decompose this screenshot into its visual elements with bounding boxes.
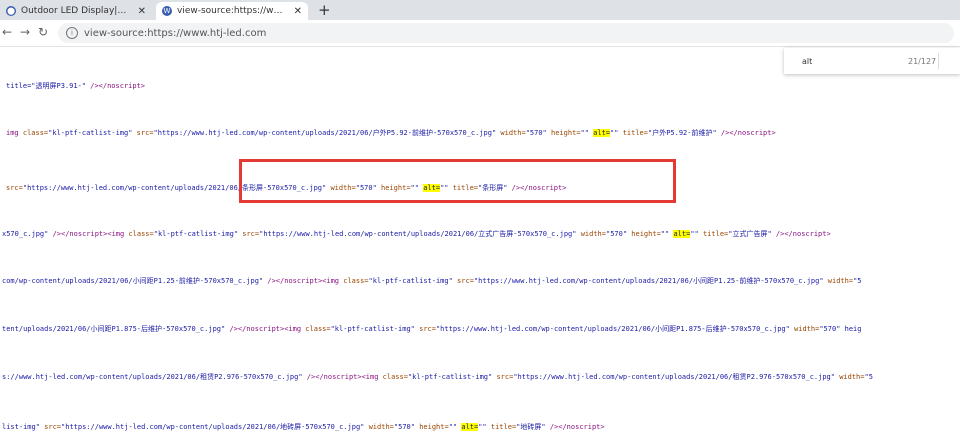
toolbar: ← → ↻ i view-source:https://www.htj-led.… — [0, 20, 960, 47]
tab-view-source[interactable]: W view-source:https://www.htj-led ✕ — [156, 2, 308, 20]
source-token: width= — [839, 373, 865, 381]
source-token: src= — [44, 423, 62, 431]
source-token: "570" — [393, 423, 420, 431]
source-token: "kl-ptf-catlist-img" — [48, 129, 137, 137]
find-input[interactable]: alt — [802, 57, 812, 66]
source-token: "https://www.htj-led.com/wp-content/uplo… — [259, 230, 581, 238]
source-token: "立式广告屏" — [728, 230, 772, 238]
source-token: height= — [631, 230, 661, 238]
source-token: width= — [827, 277, 854, 285]
source-token: x570_c.jpg" — [2, 230, 53, 238]
source-token: "kl-ptf-catlist-img" — [153, 230, 243, 238]
source-token: "" — [660, 230, 674, 238]
source-token: "570" heig — [819, 325, 862, 333]
source-token: class= — [343, 277, 369, 285]
source-token: title= — [702, 230, 729, 238]
source-token: img — [6, 129, 23, 137]
source-token: /></noscript><img — [306, 373, 383, 381]
source-token: width= — [368, 423, 394, 431]
source-token: src= — [136, 129, 154, 137]
source-token: "" — [448, 423, 462, 431]
source-token: class= — [305, 325, 331, 333]
source-token: /></noscript> — [771, 230, 831, 238]
source-token: src= — [496, 373, 514, 381]
source-token: class= — [128, 230, 154, 238]
source-token: class= — [382, 373, 408, 381]
source-token: /></noscript> — [86, 82, 146, 90]
site-favicon-icon: ⬤ — [6, 6, 16, 16]
find-match-highlight: alt= — [593, 129, 611, 137]
source-token: title= — [490, 423, 517, 431]
find-match-highlight: alt= — [673, 230, 691, 238]
source-token: src= — [242, 230, 260, 238]
source-token: /></noscript> — [545, 423, 605, 431]
highlight-annotation-box — [239, 159, 676, 203]
source-token: "kl-ptf-catlist-img" — [407, 373, 497, 381]
source-token: "https://www.htj-led.com/wp-content/uplo… — [61, 423, 369, 431]
source-token: tent/uploads/2021/06/小间距P1.875-后维护-570x5… — [2, 325, 230, 333]
source-token: src= — [457, 277, 474, 285]
tab-title: view-source:https://www.htj-led — [177, 6, 288, 16]
source-token: "" — [478, 423, 491, 431]
source-line: x570_c.jpg" /></noscript><img class="kl-… — [2, 229, 831, 239]
source-token: width= — [500, 129, 526, 137]
source-line: com/wp-content/uploads/2021/06/小间距P1.25-… — [2, 276, 862, 286]
info-icon[interactable]: i — [66, 27, 78, 39]
source-view: title="透明屏P3.91-" /></noscript> img class… — [0, 46, 960, 434]
source-token: "570" — [525, 129, 551, 137]
tab-bar: ⬤ Outdoor LED Display|Stage LED ✕ W view… — [0, 0, 960, 20]
source-token: title= — [622, 129, 648, 137]
forward-arrow-icon[interactable]: → — [20, 24, 30, 40]
source-token: src= — [6, 184, 23, 192]
source-token: /></noscript> — [716, 129, 776, 137]
find-match-count: 21/127 — [908, 57, 937, 66]
source-token: src= — [419, 325, 436, 333]
source-token: /></noscript><img — [52, 230, 129, 238]
source-token: "kl-ptf-catlist-img" — [330, 325, 420, 333]
find-divider — [938, 53, 939, 69]
tab-title: Outdoor LED Display|Stage LED — [21, 6, 132, 16]
close-tab-icon[interactable]: ✕ — [294, 6, 302, 17]
source-token: title="透明屏P3.91-" — [6, 82, 87, 90]
find-match-highlight: alt= — [461, 423, 479, 431]
source-token: /></noscript><img — [229, 325, 306, 333]
source-line: s://www.htj-led.com/wp-content/uploads/2… — [2, 372, 873, 382]
source-token: "kl-ptf-catlist-img" — [368, 277, 458, 285]
source-token: s://www.htj-led.com/wp-content/uploads/2… — [2, 373, 307, 381]
source-token: class= — [22, 129, 49, 137]
address-url: view-source:https://www.htj-led.com — [84, 27, 267, 39]
source-token: "https://www.htj-led.com/wp-content/uplo… — [435, 325, 795, 333]
source-token: "https://www.htj-led.com/wp-content/uplo… — [153, 129, 501, 137]
source-token: "地砖屏" — [516, 423, 546, 431]
new-tab-button[interactable]: + — [318, 2, 331, 18]
source-token: height= — [419, 423, 449, 431]
find-bar: alt 21/127 — [784, 48, 960, 74]
source-token: "" — [580, 129, 594, 137]
reload-icon[interactable]: ↻ — [38, 24, 48, 40]
source-token: "570" — [605, 230, 632, 238]
source-token: "5 — [864, 373, 873, 381]
tab-outdoor-led[interactable]: ⬤ Outdoor LED Display|Stage LED ✕ — [0, 2, 152, 20]
source-line: tent/uploads/2021/06/小间距P1.875-后维护-570x5… — [2, 324, 862, 334]
source-token: list-img" — [2, 423, 45, 431]
wordpress-favicon-icon: W — [162, 6, 172, 16]
source-token: "" — [610, 129, 623, 137]
close-tab-icon[interactable]: ✕ — [138, 6, 146, 17]
address-bar[interactable]: i view-source:https://www.htj-led.com — [58, 23, 954, 43]
source-token: width= — [794, 325, 820, 333]
source-token: "户外P5.92-前维护" — [647, 129, 717, 137]
source-token: "https://www.htj-led.com/wp-content/uplo… — [473, 277, 828, 285]
source-token: "https://www.htj-led.com/wp-content/uplo… — [513, 373, 840, 381]
source-token: width= — [580, 230, 606, 238]
back-arrow-icon[interactable]: ← — [2, 24, 12, 40]
source-token: "5 — [853, 277, 862, 285]
source-line: list-img" src="https://www.htj-led.com/w… — [2, 422, 605, 432]
source-line: title="透明屏P3.91-" /></noscript> — [6, 81, 145, 91]
source-token: height= — [551, 129, 581, 137]
source-token: com/wp-content/uploads/2021/06/小间距P1.25-… — [2, 277, 268, 285]
source-token: "" — [690, 230, 703, 238]
source-line: img class="kl-ptf-catlist-img" src="http… — [6, 128, 776, 138]
source-token: /></noscript><img — [267, 277, 344, 285]
